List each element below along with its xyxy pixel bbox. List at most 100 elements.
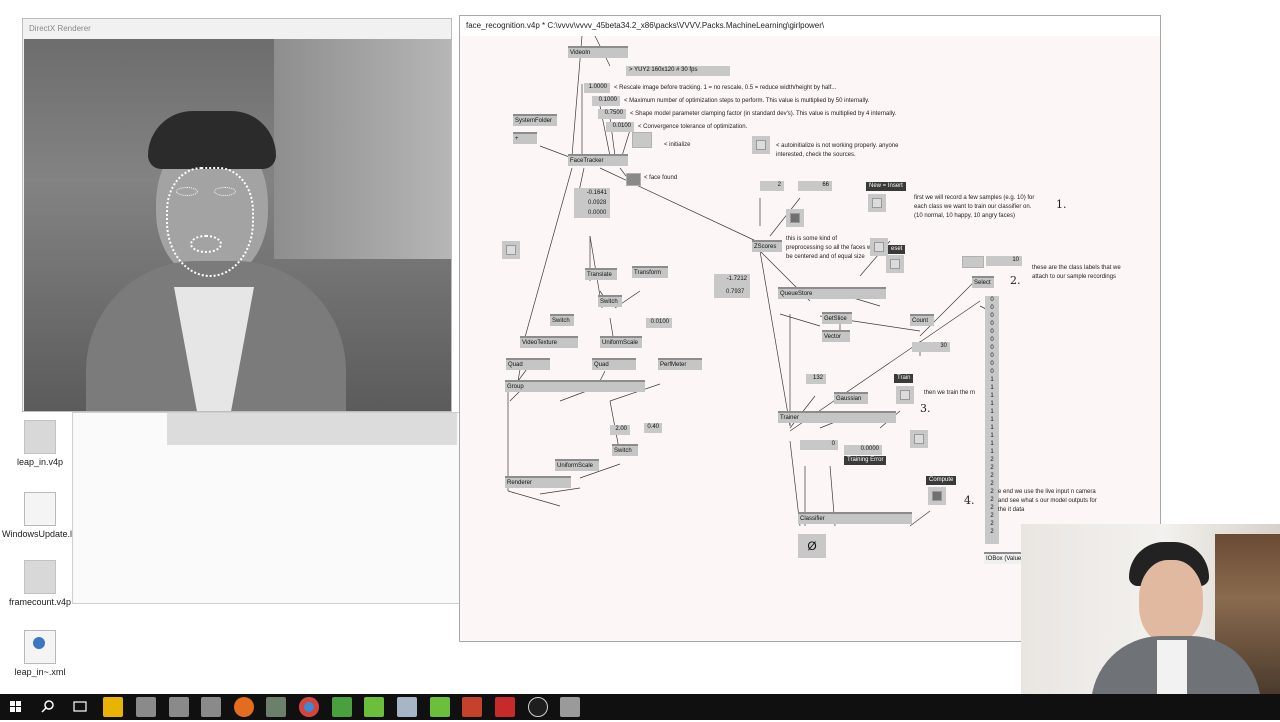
class-label-item: 0 — [990, 305, 994, 311]
compute-button[interactable]: Compute — [926, 476, 957, 485]
node-zscores[interactable]: ZScores — [752, 240, 782, 252]
class-label-item: 0 — [990, 353, 994, 359]
iobox-n2[interactable]: 2 — [760, 181, 784, 191]
iobox-training-error[interactable]: 0.0000 — [844, 445, 882, 455]
class-label-item: 2 — [990, 481, 994, 487]
initialize-bang[interactable] — [632, 132, 652, 148]
iobox-maxopt[interactable]: 0.1000 — [592, 96, 620, 106]
train-button[interactable]: Train — [894, 374, 914, 383]
record-toggle[interactable] — [786, 209, 804, 227]
background-window — [72, 412, 460, 604]
node-queuestore[interactable]: QueueStore — [778, 287, 886, 299]
node-iobox-value[interactable]: IOBox (Value — [984, 552, 1024, 564]
iobox-n0[interactable]: 0 — [800, 440, 838, 450]
vvvv-icon[interactable] — [528, 697, 548, 717]
reset-bang-1[interactable] — [870, 238, 888, 256]
desktop-icon-leap-in[interactable]: leap_in.v4p — [2, 420, 78, 467]
desktop-icon-windowsupdate[interactable]: WindowsUpdate.log — [2, 492, 82, 539]
directx-renderer-window[interactable]: DirectX Renderer — [22, 18, 452, 412]
node-videoin[interactable]: VideoIn — [568, 46, 628, 58]
app-icon[interactable] — [430, 697, 450, 717]
app-icon[interactable] — [364, 697, 384, 717]
desktop-icon-framecount[interactable]: framecount.v4p — [2, 560, 78, 607]
node-gaussian[interactable]: Gaussian — [834, 392, 868, 404]
autoinit-toggle[interactable] — [752, 136, 770, 154]
iobox-n66[interactable]: 66 — [798, 181, 832, 191]
node-quad-1[interactable]: Quad — [506, 358, 550, 370]
iobox-format[interactable]: > YUY2 160x120 # 30 fps — [626, 66, 730, 76]
desktop-icon-label: leap_in~.xml — [14, 667, 66, 677]
node-count[interactable]: Count — [910, 314, 934, 326]
app-icon[interactable] — [201, 697, 221, 717]
firefox-icon[interactable] — [234, 697, 254, 717]
chrome-icon[interactable] — [299, 697, 319, 717]
node-vector[interactable]: Vector — [822, 330, 850, 342]
desktop-icon-label: WindowsUpdate.log — [2, 529, 83, 539]
node-perfmeter[interactable]: PerfMeter — [658, 358, 702, 370]
classifier-output[interactable]: Ø — [798, 534, 826, 558]
reset-button[interactable]: eset — [888, 245, 906, 254]
task-view-icon[interactable] — [70, 697, 90, 717]
train-bang[interactable] — [896, 386, 914, 404]
node-group[interactable]: Group — [505, 380, 645, 392]
class-labels-spread[interactable]: 0 0 0 0 0 0 0 0 0 0 1 1 1 1 1 1 1 1 1 1 2 2 2 2 2 2 2 2 2 2 — [985, 296, 999, 544]
note-live: e end we use the live input n camera and… — [998, 489, 1097, 513]
node-renderer[interactable]: Renderer — [505, 476, 571, 488]
app-icon[interactable] — [136, 697, 156, 717]
node-systemfolder[interactable]: SystemFolder — [513, 114, 557, 126]
class-label-item: 0 — [990, 313, 994, 319]
node-uniformscale-1[interactable]: UniformScale — [600, 336, 642, 348]
app-icon[interactable] — [397, 697, 417, 717]
left-toggle[interactable] — [502, 241, 520, 259]
node-switch-2[interactable]: Switch — [550, 314, 574, 326]
node-uniformscale-2[interactable]: UniformScale — [555, 459, 599, 471]
node-switch-3[interactable]: Switch — [612, 444, 638, 456]
note-labels: these are the class labels that we attac… — [1032, 265, 1121, 280]
node-switch-1[interactable]: Switch — [598, 295, 622, 307]
xml-file-icon — [24, 630, 56, 664]
node-videotexture[interactable]: VideoTexture — [520, 336, 578, 348]
powerpoint-icon[interactable] — [462, 697, 482, 717]
class-label-item: 1 — [990, 449, 994, 455]
node-getslice[interactable]: GetSlice — [822, 312, 852, 324]
reset-bang-2[interactable] — [886, 255, 904, 273]
app-icon[interactable] — [560, 697, 580, 717]
class-label-item: 2 — [990, 473, 994, 479]
file-explorer-icon[interactable] — [103, 697, 123, 717]
iobox-rescale[interactable]: 1.0000 — [584, 83, 610, 93]
node-translate[interactable]: Translate — [585, 268, 617, 280]
iobox-scale1[interactable]: 0.0100 — [646, 318, 672, 328]
node-classifier[interactable]: Classifier — [798, 512, 912, 524]
iobox-s040[interactable]: 0.40 — [644, 423, 662, 433]
iobox-s200[interactable]: 2.00 — [610, 425, 630, 435]
iobox-v3: 0.0000 — [588, 210, 607, 216]
node-quad-2[interactable]: Quad — [592, 358, 636, 370]
start-icon[interactable] — [6, 697, 26, 717]
node-select[interactable]: Select — [972, 276, 994, 288]
tool-icon[interactable] — [266, 697, 286, 717]
iobox-n30[interactable]: 30 — [912, 342, 950, 352]
node-plus[interactable]: + — [513, 132, 537, 144]
iobox-n132[interactable]: 132 — [806, 374, 826, 384]
error-toggle[interactable] — [910, 430, 928, 448]
iobox-conv[interactable]: 0.0100 — [606, 122, 634, 132]
select-input[interactable] — [962, 256, 984, 268]
video-icon[interactable] — [495, 697, 515, 717]
new-insert-button[interactable]: New = Insert — [866, 182, 906, 191]
new-insert-bang[interactable] — [868, 194, 886, 212]
desktop-icon-label: leap_in.v4p — [16, 457, 64, 467]
iobox-clamp[interactable]: 0.7500 — [598, 109, 626, 119]
iobox-v2: 0.0928 — [588, 200, 607, 206]
step-3: 3. — [920, 402, 931, 415]
iobox-n10[interactable]: 10 — [986, 256, 1022, 266]
app-icon[interactable] — [169, 697, 189, 717]
class-label-item: 1 — [990, 377, 994, 383]
desktop-icon-leap-xml[interactable]: leap_in~.xml — [2, 630, 78, 677]
node-trainer[interactable]: Trainer — [778, 411, 896, 423]
compute-bang[interactable] — [928, 487, 946, 505]
class-label-item: 2 — [990, 521, 994, 527]
search-icon[interactable] — [38, 697, 58, 717]
app-icon[interactable] — [332, 697, 352, 717]
node-transform[interactable]: Transform — [632, 266, 668, 278]
node-facetracker[interactable]: FaceTracker — [568, 154, 628, 166]
